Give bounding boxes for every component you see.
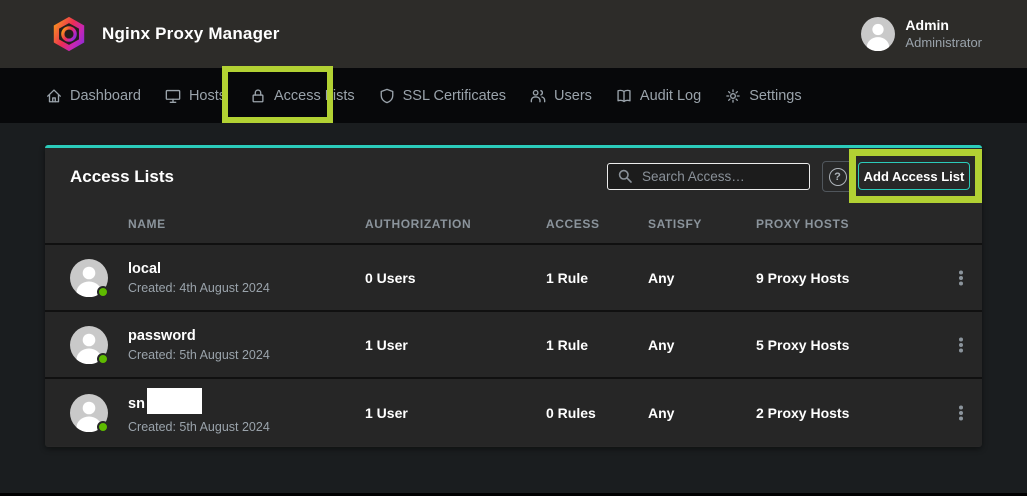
add-access-list-button[interactable]: Add Access List (858, 162, 970, 190)
table-row[interactable]: local Created: 4th August 2024 0 Users 1… (45, 245, 982, 312)
nav-item-hosts[interactable]: Hosts (164, 87, 226, 105)
nav-item-users[interactable]: Users (529, 87, 592, 105)
monitor-icon (164, 87, 182, 105)
access-value: 0 Rules (546, 405, 648, 421)
main-nav: Dashboard Hosts Access Lists SSL Certifi… (0, 68, 1027, 123)
app-window: Nginx Proxy Manager Admin Administrator … (0, 0, 1027, 496)
column-header-proxy-hosts: PROXY HOSTS (756, 217, 949, 231)
panel-header: Access Lists ? Add Access List (45, 148, 982, 205)
authorization-value: 0 Users (365, 270, 546, 286)
shield-icon (378, 87, 396, 105)
row-actions-menu-icon[interactable] (949, 264, 973, 292)
nav-label: Users (554, 88, 592, 104)
nav-item-access-lists[interactable]: Access Lists (249, 87, 355, 105)
book-icon (615, 87, 633, 105)
proxy-hosts-value: 5 Proxy Hosts (756, 337, 949, 353)
created-date: Created: 4th August 2024 (128, 281, 365, 295)
access-list-name: local (128, 260, 365, 279)
top-bar: Nginx Proxy Manager Admin Administrator (0, 0, 1027, 68)
row-actions-menu-icon[interactable] (949, 399, 973, 427)
user-avatar (861, 17, 895, 51)
nav-label: SSL Certificates (403, 88, 506, 104)
user-menu[interactable]: Admin Administrator (861, 17, 982, 51)
access-value: 1 Rule (546, 270, 648, 286)
column-header-authorization: AUTHORIZATION (365, 217, 546, 231)
nav-label: Settings (749, 88, 801, 104)
row-avatar (70, 259, 108, 297)
nav-label: Hosts (189, 88, 226, 104)
online-status-dot (97, 286, 109, 298)
created-date: Created: 5th August 2024 (128, 348, 365, 362)
authorization-value: 1 User (365, 337, 546, 353)
nginx-proxy-manager-logo-icon (50, 15, 88, 53)
satisfy-value: Any (648, 405, 756, 421)
gear-icon (724, 87, 742, 105)
online-status-dot (97, 421, 109, 433)
access-lists-panel: Access Lists ? Add Access List NAME AUTH… (45, 145, 982, 447)
search-box (607, 163, 810, 190)
nav-label: Access Lists (274, 88, 355, 104)
redaction-overlay (147, 388, 202, 414)
users-icon (529, 87, 547, 105)
access-list-name: password (128, 327, 365, 346)
nav-label: Audit Log (640, 88, 701, 104)
proxy-hosts-value: 9 Proxy Hosts (756, 270, 949, 286)
authorization-value: 1 User (365, 405, 546, 421)
access-list-name: sn (128, 391, 365, 417)
lock-icon (249, 87, 267, 105)
online-status-dot (97, 353, 109, 365)
nav-item-dashboard[interactable]: Dashboard (45, 87, 141, 105)
help-button[interactable]: ? (822, 161, 853, 192)
row-avatar (70, 394, 108, 432)
column-header-access: ACCESS (546, 217, 648, 231)
app-title: Nginx Proxy Manager (102, 24, 280, 44)
table-row[interactable]: password Created: 5th August 2024 1 User… (45, 312, 982, 379)
proxy-hosts-value: 2 Proxy Hosts (756, 405, 949, 421)
created-date: Created: 5th August 2024 (128, 420, 365, 434)
table-header-row: NAME AUTHORIZATION ACCESS SATISFY PROXY … (45, 205, 982, 245)
satisfy-value: Any (648, 337, 756, 353)
user-role: Administrator (905, 35, 982, 51)
search-icon (617, 168, 633, 184)
search-input[interactable] (607, 163, 810, 190)
table-row[interactable]: sn Created: 5th August 2024 1 User 0 Rul… (45, 379, 982, 446)
help-icon: ? (829, 168, 847, 186)
nav-item-ssl-certificates[interactable]: SSL Certificates (378, 87, 506, 105)
panel-title: Access Lists (70, 167, 174, 187)
access-value: 1 Rule (546, 337, 648, 353)
home-icon (45, 87, 63, 105)
nav-item-settings[interactable]: Settings (724, 87, 801, 105)
nav-label: Dashboard (70, 88, 141, 104)
user-name: Admin (905, 17, 982, 35)
satisfy-value: Any (648, 270, 756, 286)
row-actions-menu-icon[interactable] (949, 331, 973, 359)
nav-item-audit-log[interactable]: Audit Log (615, 87, 701, 105)
row-avatar (70, 326, 108, 364)
column-header-satisfy: SATISFY (648, 217, 756, 231)
column-header-name: NAME (128, 217, 365, 231)
